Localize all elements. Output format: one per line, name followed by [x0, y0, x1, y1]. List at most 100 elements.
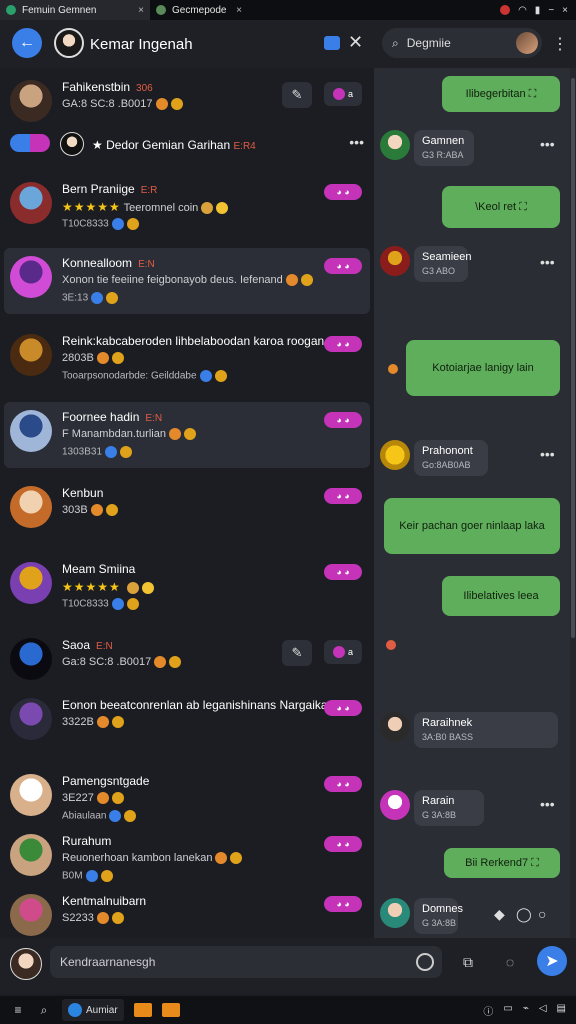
avatar[interactable] [380, 440, 410, 470]
chat-list-item[interactable]: Pamengsntgade 3E227 Abiaulaan ◕ ◕ [4, 766, 370, 832]
video-call-icon[interactable] [324, 36, 340, 50]
message-bubble[interactable]: Keir pachan goer ninlaap laka [384, 498, 560, 554]
tab-favicon [6, 5, 16, 15]
message-input[interactable]: Kendraarnanesgh [50, 946, 442, 978]
status-badge[interactable]: ◕ ◕ [324, 412, 362, 428]
status-badge[interactable]: ◕ ◕ [324, 776, 362, 792]
status-badge[interactable]: ◕ ◕ [324, 896, 362, 912]
card-subtitle: Go:8AB0AB [422, 460, 471, 470]
more-icon[interactable]: ••• [540, 136, 555, 152]
chat-list-item[interactable]: Reink:kabcaberoden lihbelaboodan karoa r… [4, 326, 370, 392]
scrollbar-thumb[interactable] [571, 78, 575, 638]
chat-list-item[interactable]: Rurahum Reuonerhoan kambon lanekan B0M ◕ ◕ [4, 826, 370, 892]
chat-list: ★ Dedor Gemian Garihan E:R4 ••• Fahikenstb… [0, 68, 374, 938]
chat-list-item[interactable]: Bern Praniige E:R ★★★★★ Teeromnel coin T10C… [4, 174, 370, 240]
page-title: Kemar Ingenah [90, 36, 193, 53]
chat-list-item[interactable]: Saoa E:N Ga:8 SC:8 .B0017 ✎ a [4, 630, 370, 696]
status-badge[interactable]: ◕ ◕ [324, 488, 362, 504]
tab-femuin[interactable]: Femuin Gemnen × [0, 0, 150, 20]
avatar[interactable] [380, 130, 410, 160]
more-icon[interactable]: ••• [540, 446, 555, 462]
chat-list-item[interactable]: Konnealloom E:N Xonon tie feeiine feigbona… [4, 248, 370, 314]
message-bubble[interactable]: Kotoiarjae lanigy lain [406, 340, 560, 396]
contact-card[interactable]: Gamnen G3 R:ABA [380, 130, 474, 166]
info-icon[interactable]: ⓘ [483, 1003, 493, 1018]
status-badge[interactable]: ◕ ◕ [324, 836, 362, 852]
status-badge[interactable]: ◕ ◕ [324, 258, 362, 274]
folder-icon[interactable] [133, 1003, 152, 1017]
message-bubble[interactable]: Ilibegerbitan ⛶ [442, 76, 560, 112]
avatar[interactable] [10, 486, 52, 528]
contact-card[interactable]: Rarain G 3A:8B [380, 790, 484, 826]
scrollbar[interactable] [570, 68, 576, 938]
search-icon[interactable]: ⌕ [36, 1002, 52, 1018]
contact-card[interactable]: Prahonont Go:8AB0AB [380, 440, 488, 476]
chat-list-item[interactable]: Fahikenstbin 306 GA:8 SC:8 .B0017 ✎ a [4, 72, 370, 138]
reply-icon[interactable]: ◆ [494, 906, 505, 923]
avatar[interactable] [10, 80, 52, 122]
contact-card[interactable]: Seamieen G3 ABO [380, 246, 472, 282]
avatar[interactable] [10, 562, 52, 604]
more-vert-icon[interactable]: ⋮ [552, 34, 568, 54]
send-button[interactable]: ➤ [537, 946, 567, 976]
chat-subtitle: Xonon tie feeiine feigbonayob deus. Iefe… [62, 274, 313, 287]
avatar[interactable] [516, 32, 538, 54]
avatar[interactable] [10, 638, 52, 680]
tab-close-icon[interactable]: × [236, 5, 242, 16]
sticker-icon[interactable]: ◌ [496, 948, 524, 976]
status-badge[interactable]: ◕ ◕ [324, 564, 362, 580]
avatar[interactable] [54, 28, 84, 58]
chat-list-item[interactable]: Eonon beeatconrenlan ab leganishinans Na… [4, 690, 370, 756]
chat-icon[interactable]: ◯ [516, 906, 532, 923]
avatar[interactable] [10, 698, 52, 740]
tab-gecmepode[interactable]: Gecmepode × [150, 0, 248, 20]
avatar[interactable] [10, 894, 52, 936]
minimize-icon[interactable]: − [548, 5, 554, 16]
more-icon[interactable]: ••• [540, 796, 555, 812]
avatar[interactable] [380, 712, 410, 742]
chat-list-item[interactable]: Foornee hadin E:N F Manambdan.turlian 1303B… [4, 402, 370, 468]
mail-icon[interactable] [161, 1003, 180, 1017]
status-badge[interactable]: ◕ ◕ [324, 700, 362, 716]
edit-icon[interactable]: ✎ [282, 640, 312, 666]
close-icon[interactable]: ✕ [348, 32, 363, 53]
contact-card[interactable]: Domnes G 3A:8B [380, 898, 463, 934]
avatar[interactable] [10, 774, 52, 816]
search-icon: ⌕ [392, 35, 399, 50]
contact-card[interactable]: Raraihnek 3A:B0 BASS [380, 712, 558, 748]
chat-name: Kentmalnuibarn [62, 894, 147, 908]
status-badge[interactable]: ◕ ◕ [324, 336, 362, 352]
chat-list-item[interactable]: Meam Smiina ★★★★★ T10C8333 ◕ ◕ [4, 554, 370, 620]
status-badge[interactable]: ◕ ◕ [324, 184, 362, 200]
clock-icon[interactable] [416, 953, 434, 971]
message-bubble[interactable]: Ilibelatives leea [442, 576, 560, 616]
close-icon[interactable]: × [562, 5, 568, 16]
avatar[interactable] [10, 256, 52, 298]
taskbar-app[interactable]: Aumiar [62, 999, 124, 1021]
circle-icon[interactable]: ○ [538, 906, 546, 922]
message-bubble[interactable]: \Keol ret ⛶ [442, 186, 560, 228]
back-arrow-icon[interactable]: ← [12, 28, 42, 58]
notification-icon[interactable]: ▤ [557, 1003, 566, 1018]
chat-list-item[interactable]: Kenbun 303B ◕ ◕ [4, 478, 370, 544]
chat-meta: 1303B31 [62, 446, 133, 458]
attach-icon[interactable]: ⧉ [454, 948, 482, 976]
search-input[interactable]: ⌕ Degmiie [382, 28, 542, 58]
message-bubble[interactable]: Bii Rerkend7 ⛶ [444, 848, 560, 878]
avatar[interactable] [10, 182, 52, 224]
more-icon[interactable]: ••• [540, 254, 555, 270]
tab-close-icon[interactable]: × [138, 5, 144, 16]
avatar[interactable] [380, 790, 410, 820]
chat-list-item[interactable]: Kentmalnuibarn S2233 ◕ ◕ [4, 886, 370, 938]
avatar[interactable] [10, 948, 42, 980]
avatar[interactable] [380, 898, 410, 928]
chat-meta: B0M [62, 870, 113, 882]
avatar[interactable] [10, 410, 52, 452]
avatar[interactable] [10, 334, 52, 376]
avatar[interactable] [380, 246, 410, 276]
edit-icon[interactable]: ✎ [282, 82, 312, 108]
start-icon[interactable]: ≡ [10, 1002, 26, 1018]
status-button[interactable]: a [324, 82, 362, 106]
avatar[interactable] [10, 834, 52, 876]
status-button[interactable]: a [324, 640, 362, 664]
